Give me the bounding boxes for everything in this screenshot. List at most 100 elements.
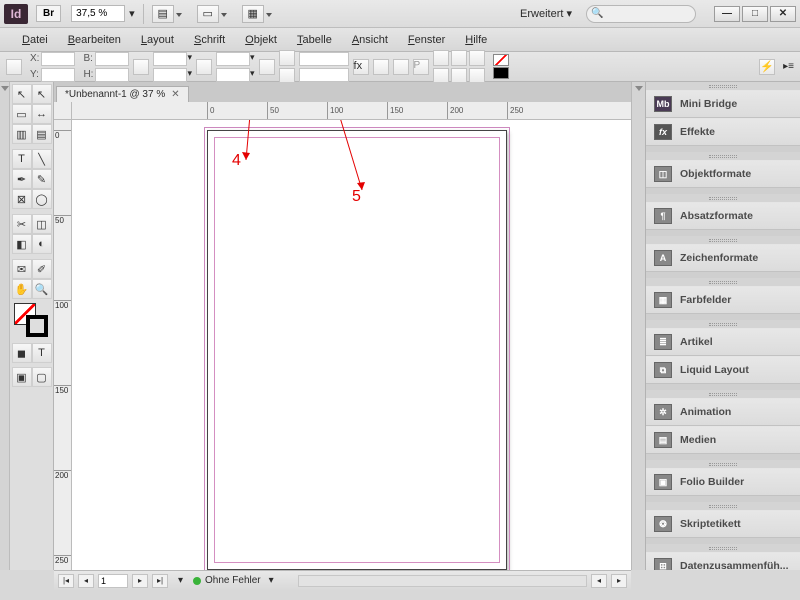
align-3-icon[interactable] <box>469 50 485 66</box>
last-page-button[interactable]: ▸| <box>152 574 168 588</box>
menu-tabelle[interactable]: Tabelle <box>287 31 342 49</box>
panel-datenzusammen[interactable]: ⊞Datenzusammenfüh... <box>646 552 800 570</box>
scroll-left-button[interactable]: ◂ <box>591 574 607 588</box>
apply-text-icon[interactable]: T <box>32 343 52 363</box>
gradient-swatch-tool[interactable]: ◧ <box>12 234 32 254</box>
maximize-button[interactable]: □ <box>742 6 768 22</box>
page-number-input[interactable] <box>98 574 128 588</box>
menu-bearbeiten[interactable]: Bearbeiten <box>58 31 131 49</box>
panel-effekte[interactable]: fxEffekte <box>646 118 800 146</box>
horizontal-ruler[interactable]: 0 50 100 150 200 250 <box>72 102 631 120</box>
x-input[interactable] <box>41 52 75 66</box>
horizontal-scrollbar[interactable] <box>298 575 587 587</box>
canvas[interactable]: 4 5 <box>72 120 631 570</box>
align-1-icon[interactable] <box>433 50 449 66</box>
eyedropper-tool[interactable]: ✐ <box>32 259 52 279</box>
zoom-tool[interactable]: 🔍 <box>32 279 52 299</box>
rectangle-frame-tool[interactable]: ⊠ <box>12 189 32 209</box>
folio-builder-icon: ▣ <box>654 474 672 490</box>
vertical-ruler[interactable]: 0 50 100 150 200 250 <box>54 120 72 570</box>
scale-x-input[interactable] <box>153 52 187 66</box>
panel-zeichenformate[interactable]: AZeichenformate <box>646 244 800 272</box>
align-2-icon[interactable] <box>451 50 467 66</box>
panel-artikel[interactable]: ≣Artikel <box>646 328 800 356</box>
stroke-style-input[interactable] <box>299 68 349 82</box>
gradient-feather-tool[interactable]: ◐ <box>32 234 52 254</box>
w-input[interactable] <box>95 52 129 66</box>
type-tool[interactable]: T <box>12 149 32 169</box>
ellipse-tool[interactable]: ◯ <box>32 189 52 209</box>
menu-schrift[interactable]: Schrift <box>184 31 235 49</box>
left-collapse-strip[interactable] <box>0 82 10 570</box>
scroll-right-button[interactable]: ▸ <box>611 574 627 588</box>
link-scale-icon[interactable] <box>196 59 212 75</box>
placeholder-icon[interactable]: P <box>413 59 429 75</box>
fill-stroke-proxy[interactable] <box>14 303 50 339</box>
ruler-origin[interactable] <box>54 102 72 120</box>
bridge-button[interactable]: Br <box>36 5 61 22</box>
panel-medien[interactable]: ▤Medien <box>646 426 800 454</box>
ref-point-icon[interactable] <box>6 59 22 75</box>
panel-folio-builder[interactable]: ▣Folio Builder <box>646 468 800 496</box>
selection-tool[interactable]: ↖ <box>12 84 32 104</box>
search-input[interactable]: 🔍 <box>586 5 696 23</box>
menu-ansicht[interactable]: Ansicht <box>342 31 398 49</box>
workspace-switcher[interactable]: Erweitert ▾ <box>514 5 578 22</box>
panel-liquid-layout[interactable]: ⧉Liquid Layout <box>646 356 800 384</box>
normal-view-icon[interactable]: ▣ <box>12 367 32 387</box>
first-page-button[interactable]: |◂ <box>58 574 74 588</box>
menu-datei[interactable]: Datei <box>12 31 58 49</box>
free-transform-tool[interactable]: ◫ <box>32 214 52 234</box>
hand-tool[interactable]: ✋ <box>12 279 32 299</box>
rotate-cw-icon[interactable] <box>279 50 295 66</box>
menu-objekt[interactable]: Objekt <box>235 31 287 49</box>
rotate-input[interactable] <box>216 52 250 66</box>
panel-objektformate[interactable]: ◫Objektformate <box>646 160 800 188</box>
content-collector-tool[interactable]: ▥ <box>12 124 32 144</box>
direct-selection-tool[interactable]: ↖ <box>32 84 52 104</box>
shear-input[interactable] <box>216 68 250 82</box>
constrain-icon[interactable] <box>133 59 149 75</box>
y-input[interactable] <box>41 68 75 82</box>
close-button[interactable]: ✕ <box>770 6 796 22</box>
zoom-input[interactable] <box>71 5 125 22</box>
panel-farbfelder[interactable]: ▦Farbfelder <box>646 286 800 314</box>
next-page-button[interactable]: ▸ <box>132 574 148 588</box>
panel-absatzformate[interactable]: ¶Absatzformate <box>646 202 800 230</box>
stroke-weight-input[interactable] <box>299 52 349 66</box>
menu-hilfe[interactable]: Hilfe <box>455 31 497 49</box>
flip-h-icon[interactable] <box>259 59 275 75</box>
page-tool[interactable]: ▭ <box>12 104 32 124</box>
effects-icon[interactable]: fx <box>353 59 369 75</box>
right-collapse-strip[interactable] <box>631 82 645 570</box>
document-tab[interactable]: *Unbenannt-1 @ 37 % ✕ <box>56 86 189 102</box>
preview-view-icon[interactable]: ▢ <box>32 367 52 387</box>
pencil-tool[interactable]: ✎ <box>32 169 52 189</box>
note-tool[interactable]: ✉ <box>12 259 32 279</box>
arrange-docs-icon[interactable]: ▦ <box>242 5 264 23</box>
apply-color-icon[interactable]: ◼ <box>12 343 32 363</box>
menu-layout[interactable]: Layout <box>131 31 184 49</box>
view-options-icon[interactable]: ▤ <box>152 5 174 23</box>
control-menu-icon[interactable]: ▸≡ <box>783 61 794 72</box>
prev-page-button[interactable]: ◂ <box>78 574 94 588</box>
h-input[interactable] <box>95 68 129 82</box>
stroke-swatch[interactable] <box>493 67 509 79</box>
line-tool[interactable]: ╲ <box>32 149 52 169</box>
gap-tool[interactable]: ↔ <box>32 104 52 124</box>
fill-swatch[interactable] <box>493 54 509 66</box>
corner-icon[interactable] <box>393 59 409 75</box>
close-tab-icon[interactable]: ✕ <box>171 89 179 100</box>
panel-mini-bridge[interactable]: MbMini Bridge <box>646 90 800 118</box>
panel-animation[interactable]: ✲Animation <box>646 398 800 426</box>
menu-fenster[interactable]: Fenster <box>398 31 455 49</box>
scale-y-input[interactable] <box>153 68 187 82</box>
scissors-tool[interactable]: ✂ <box>12 214 32 234</box>
wrap-icon[interactable] <box>373 59 389 75</box>
minimize-button[interactable]: — <box>714 6 740 22</box>
pen-tool[interactable]: ✒ <box>12 169 32 189</box>
quick-apply-icon[interactable]: ⚡ <box>759 59 775 75</box>
screen-mode-icon[interactable]: ▭ <box>197 5 219 23</box>
panel-skriptetikett[interactable]: ❂Skriptetikett <box>646 510 800 538</box>
content-placer-tool[interactable]: ▤ <box>32 124 52 144</box>
